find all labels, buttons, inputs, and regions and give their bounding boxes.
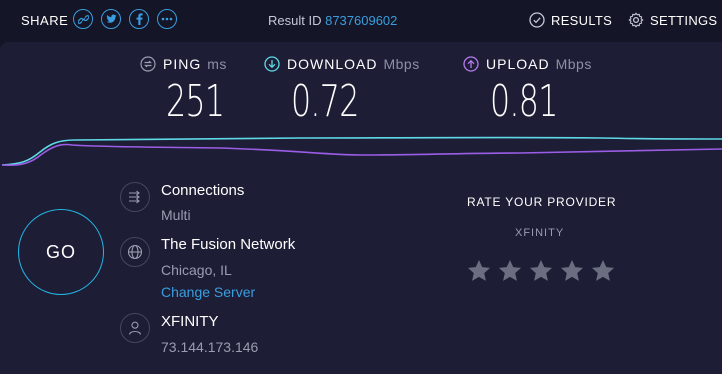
star-icon[interactable]: [528, 258, 554, 284]
ping-label: PING: [163, 56, 202, 72]
server-location: Chicago, IL: [161, 262, 232, 278]
result-id: Result ID 8737609602: [268, 13, 397, 28]
isp-name: XFINITY: [161, 313, 219, 330]
upload-metric: UPLOAD Mbps 0.81: [463, 56, 592, 127]
connections-arrows-icon: [129, 190, 140, 204]
connections-title: Connections: [161, 182, 245, 199]
star-icon[interactable]: [497, 258, 523, 284]
facebook-icon: [136, 13, 143, 25]
results-label: RESULTS: [551, 12, 613, 28]
download-unit: Mbps: [383, 56, 420, 72]
ping-unit: ms: [207, 56, 227, 72]
settings-label: SETTINGS: [650, 12, 718, 28]
twitter-icon: [105, 14, 117, 23]
rate-provider-title: RATE YOUR PROVIDER: [467, 195, 617, 209]
download-metric: DOWNLOAD Mbps 0.72: [264, 56, 420, 127]
share-label: SHARE: [21, 13, 69, 28]
check-circle-icon: [529, 12, 545, 28]
download-header: DOWNLOAD Mbps: [264, 56, 420, 72]
ping-metric: PING ms 251: [140, 56, 227, 127]
upload-arrow-icon: [463, 56, 479, 72]
upload-speed-line: [1, 143, 722, 167]
ip-address: 73.144.173.146: [161, 339, 259, 355]
upload-value: 0.81: [490, 76, 558, 127]
rate-provider-name: XFINITY: [515, 227, 565, 239]
link-share-button[interactable]: [73, 9, 93, 29]
link-icon: [77, 14, 89, 24]
ping-header: PING ms: [140, 56, 227, 72]
server-icon: [120, 237, 150, 267]
star-icon[interactable]: [590, 258, 616, 284]
rating-stars: [466, 258, 621, 284]
twitter-share-button[interactable]: [101, 9, 121, 29]
gear-icon: [628, 12, 644, 28]
isp-icon: [120, 313, 150, 343]
result-id-value[interactable]: 8737609602: [325, 13, 397, 28]
user-icon: [128, 321, 142, 335]
download-label: DOWNLOAD: [287, 56, 378, 72]
settings-button[interactable]: SETTINGS: [628, 12, 717, 28]
star-icon[interactable]: [466, 258, 492, 284]
more-share-button[interactable]: [157, 9, 177, 29]
speed-graph: [1, 136, 722, 167]
change-server-link[interactable]: Change Server: [161, 284, 255, 300]
connections-value: Multi: [161, 207, 191, 223]
ping-icon: [140, 56, 156, 72]
connections-icon: [120, 182, 150, 212]
upload-unit: Mbps: [555, 56, 592, 72]
facebook-share-button[interactable]: [129, 9, 149, 29]
upload-header: UPLOAD Mbps: [463, 56, 592, 72]
go-label: GO: [45, 241, 76, 262]
go-button[interactable]: GO: [18, 209, 104, 295]
download-arrow-icon: [264, 56, 280, 72]
upload-label: UPLOAD: [486, 56, 550, 72]
globe-icon: [127, 244, 143, 260]
server-name: The Fusion Network: [161, 236, 296, 253]
download-value: 0.72: [291, 76, 359, 127]
top-bar: SHARE Result ID 8737609602 RESULTS SETTI…: [0, 0, 722, 40]
ping-value: 251: [166, 76, 225, 127]
more-icon: [161, 17, 173, 21]
star-icon[interactable]: [559, 258, 585, 284]
result-id-label: Result ID: [268, 13, 322, 28]
results-button[interactable]: RESULTS: [529, 12, 612, 28]
